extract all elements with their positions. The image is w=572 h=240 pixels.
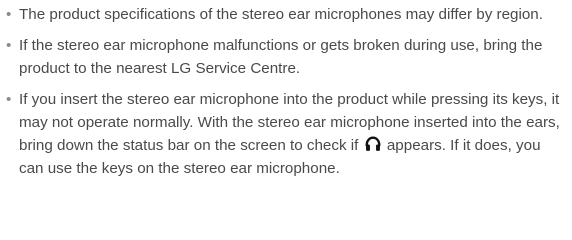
bullet: • — [6, 6, 12, 23]
bullet: • — [6, 91, 12, 108]
document-page: • The product specifications of the ster… — [0, 0, 572, 240]
bullet: • — [6, 37, 12, 54]
note-item-region: • The product specifications of the ster… — [4, 3, 564, 26]
headset-icon — [364, 135, 382, 153]
note-text: If the stereo ear microphone malfunction… — [19, 37, 543, 77]
note-item-keys: • If you insert the stereo ear microphon… — [4, 88, 564, 180]
note-text: The product specifications of the stereo… — [19, 6, 543, 23]
notes-list: • The product specifications of the ster… — [4, 3, 564, 180]
note-item-service: • If the stereo ear microphone malfuncti… — [4, 34, 564, 80]
